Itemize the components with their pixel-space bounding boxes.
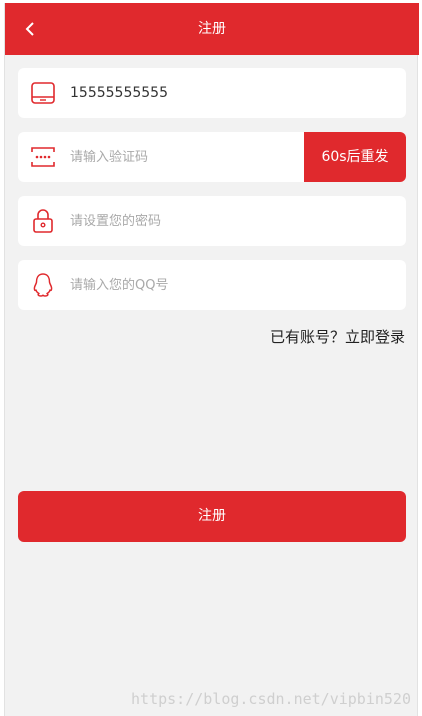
qq-input[interactable] — [70, 260, 390, 310]
qq-row — [18, 260, 406, 310]
resend-code-button[interactable]: 60s后重发 — [304, 132, 406, 182]
phone-row — [18, 68, 406, 118]
register-button[interactable]: 注册 — [18, 491, 406, 542]
qq-icon — [30, 272, 56, 298]
verification-code-input[interactable] — [70, 132, 300, 182]
app-header: 注册 — [5, 3, 419, 55]
page-title: 注册 — [198, 21, 226, 37]
watermark: https://blog.csdn.net/vipbin520 — [131, 690, 411, 708]
phone-input[interactable] — [70, 68, 390, 118]
lock-icon — [30, 208, 56, 234]
login-link[interactable]: 已有账号？立即登录 — [270, 326, 405, 347]
password-input[interactable] — [70, 196, 390, 246]
code-row: 60s后重发 — [18, 132, 406, 182]
password-row — [18, 196, 406, 246]
tablet-icon — [30, 80, 56, 106]
register-screen: 注册 60s后重发 — [4, 3, 419, 716]
password-dots-icon — [30, 144, 56, 170]
